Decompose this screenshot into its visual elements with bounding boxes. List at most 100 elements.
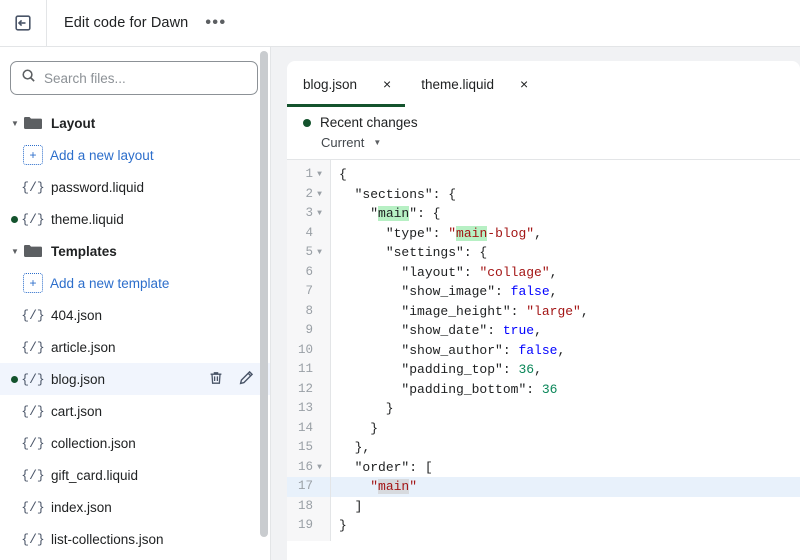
line-number-14: 14▼	[287, 419, 330, 439]
code-line-5[interactable]: "settings": {	[331, 243, 800, 263]
code-token: "show_date"	[401, 323, 487, 338]
sidebar-group-layout[interactable]: ▼Layout	[0, 107, 270, 139]
sidebar-item-label: Add a new template	[50, 276, 169, 291]
code-line-9[interactable]: "show_date": true,	[331, 321, 800, 341]
close-icon[interactable]: ×	[520, 77, 528, 91]
code-token: }	[339, 421, 378, 436]
sidebar-scrollbar[interactable]	[260, 51, 268, 545]
modified-dot-slot	[8, 216, 20, 223]
editor-tab-blog-json[interactable]: blog.json ×	[287, 61, 405, 107]
fold-chevron-icon[interactable]: ▼	[313, 458, 326, 478]
sidebar-file-collection-json[interactable]: {/}collection.json	[0, 427, 270, 459]
code-token: "show_author"	[401, 343, 502, 358]
line-number-text: 9	[305, 321, 313, 341]
code-token: {	[339, 167, 347, 182]
code-line-7[interactable]: "show_image": false,	[331, 282, 800, 302]
close-icon[interactable]: ×	[383, 77, 391, 91]
code-token: "settings"	[386, 245, 464, 260]
top-bar: Edit code for Dawn •••	[0, 0, 800, 46]
code-line-1[interactable]: {	[331, 165, 800, 185]
code-token	[339, 343, 401, 358]
code-line-18[interactable]: ]	[331, 497, 800, 517]
sidebar-item-label: cart.json	[51, 404, 102, 419]
more-actions-button[interactable]: •••	[205, 19, 226, 27]
sidebar-file-404-json[interactable]: {/}404.json	[0, 299, 270, 331]
code-line-13[interactable]: }	[331, 399, 800, 419]
version-select[interactable]: Current ▼	[321, 135, 800, 150]
code-token	[339, 265, 401, 280]
code-line-15[interactable]: },	[331, 438, 800, 458]
code-braces-icon: {/}	[20, 532, 46, 547]
code-editor[interactable]: 1▼2▼3▼4▼5▼6▼7▼8▼9▼10▼11▼12▼13▼14▼15▼16▼1…	[287, 159, 800, 541]
search-icon	[21, 68, 36, 88]
code-token: "order"	[355, 460, 410, 475]
sidebar-scrollbar-thumb[interactable]	[260, 51, 268, 537]
sidebar-item-label: password.liquid	[51, 180, 144, 195]
line-number-2: 2▼	[287, 185, 330, 205]
sidebar-group-label: Templates	[51, 244, 117, 259]
code-token	[339, 206, 370, 221]
tab-label: theme.liquid	[421, 77, 494, 92]
line-number-12: 12▼	[287, 380, 330, 400]
code-line-10[interactable]: "show_author": false,	[331, 341, 800, 361]
code-token: "sections"	[355, 187, 433, 202]
code-line-2[interactable]: "sections": {	[331, 185, 800, 205]
line-number-6: 6▼	[287, 263, 330, 283]
code-content[interactable]: { "sections": { "main": { "type": "main-…	[331, 160, 800, 541]
recent-changes-label: Recent changes	[320, 115, 418, 130]
code-token: },	[339, 440, 370, 455]
code-token: "	[370, 479, 378, 494]
code-line-11[interactable]: "padding_top": 36,	[331, 360, 800, 380]
edit-icon[interactable]	[238, 370, 254, 389]
tab-label: blog.json	[303, 77, 357, 92]
delete-icon[interactable]	[208, 370, 224, 389]
code-braces-icon: {/}	[20, 500, 46, 515]
modified-dot-slot	[8, 376, 20, 383]
caret-down-icon[interactable]: ▼	[8, 247, 22, 256]
caret-down-icon[interactable]: ▼	[8, 119, 22, 128]
modified-dot-icon	[11, 216, 18, 223]
sidebar-file-article-json[interactable]: {/}article.json	[0, 331, 270, 363]
code-line-8[interactable]: "image_height": "large",	[331, 302, 800, 322]
code-token	[339, 226, 386, 241]
code-line-16[interactable]: "order": [	[331, 458, 800, 478]
fold-chevron-icon[interactable]: ▼	[313, 165, 326, 185]
exit-left-icon[interactable]	[11, 11, 35, 35]
code-token: ,	[534, 323, 542, 338]
page-title: Edit code for Dawn	[64, 15, 188, 31]
fold-chevron-icon[interactable]: ▼	[313, 243, 326, 263]
sidebar-group-templates[interactable]: ▼ Templates	[0, 235, 270, 267]
sidebar-file-index-json[interactable]: {/}index.json	[0, 491, 270, 523]
search-box[interactable]	[10, 61, 258, 95]
sidebar-file-cart-json[interactable]: {/}cart.json	[0, 395, 270, 427]
editor-tab-theme-liquid[interactable]: theme.liquid ×	[405, 61, 542, 107]
line-number-7: 7▼	[287, 282, 330, 302]
fold-chevron-icon[interactable]: ▼	[313, 204, 326, 224]
code-token: :	[495, 284, 511, 299]
code-line-3[interactable]: "main": {	[331, 204, 800, 224]
editor-tabstrip: blog.json × theme.liquid ×	[287, 61, 800, 107]
code-token: "large"	[526, 304, 581, 319]
search-input[interactable]	[44, 71, 247, 86]
sidebar-action-add-a-new-layout[interactable]: +Add a new layout	[0, 139, 270, 171]
theme-code-editor: Edit code for Dawn ••• ▼Layout+Add a new…	[0, 0, 800, 560]
sidebar-item-label: Add a new layout	[50, 148, 154, 163]
code-line-14[interactable]: }	[331, 419, 800, 439]
search-container	[0, 47, 270, 105]
fold-chevron-icon[interactable]: ▼	[313, 185, 326, 205]
chevron-down-icon: ▼	[373, 138, 381, 147]
code-token: :	[464, 265, 480, 280]
sidebar-item-label: gift_card.liquid	[51, 468, 138, 483]
sidebar-file-theme-liquid[interactable]: {/}theme.liquid	[0, 203, 270, 235]
code-line-17[interactable]: "main"	[331, 477, 800, 497]
sidebar-file-list-collections-json[interactable]: {/}list-collections.json	[0, 523, 270, 555]
code-line-4[interactable]: "type": "main-blog",	[331, 224, 800, 244]
sidebar-file-gift-card-liquid[interactable]: {/}gift_card.liquid	[0, 459, 270, 491]
sidebar-action-add-a-new-template[interactable]: +Add a new template	[0, 267, 270, 299]
sidebar-file-password-liquid[interactable]: {/}password.liquid	[0, 171, 270, 203]
sidebar-file-blog-json[interactable]: {/}blog.json	[0, 363, 270, 395]
code-line-6[interactable]: "layout": "collage",	[331, 263, 800, 283]
code-token: }	[339, 401, 394, 416]
code-line-19[interactable]: }	[331, 516, 800, 536]
code-line-12[interactable]: "padding_bottom": 36	[331, 380, 800, 400]
